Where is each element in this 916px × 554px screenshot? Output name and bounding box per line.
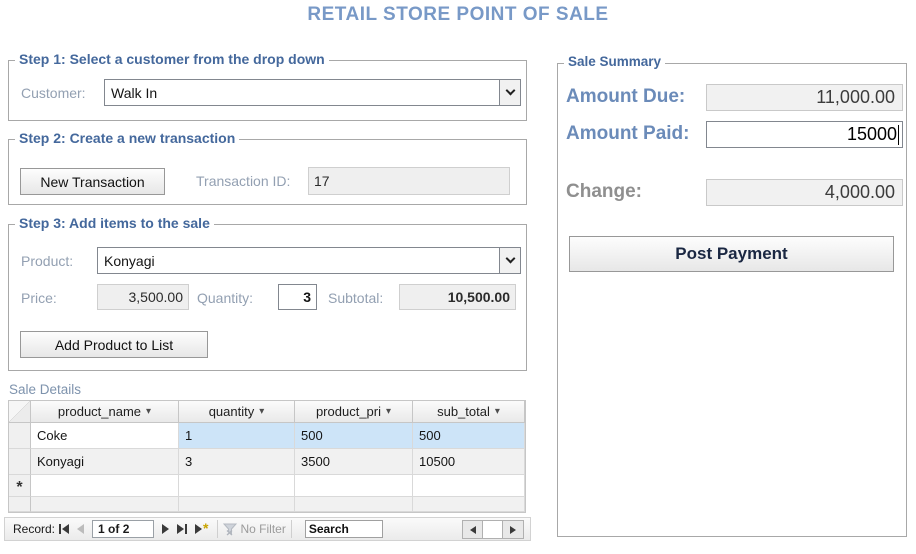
no-filter-label: No Filter — [240, 522, 285, 536]
add-product-button[interactable]: Add Product to List — [20, 331, 208, 358]
new-record-marker: * — [9, 475, 31, 497]
table-row[interactable]: Konyagi 3 3500 10500 — [9, 449, 525, 475]
sale-details-label: Sale Details — [9, 382, 81, 397]
customer-dropdown-button[interactable] — [499, 80, 520, 105]
cell-empty — [295, 497, 413, 512]
cell-quantity[interactable]: 1 — [179, 423, 295, 449]
cell-product-pri[interactable]: 500 — [295, 423, 413, 449]
first-record-button[interactable] — [59, 524, 69, 534]
subtotal-label: Subtotal: — [328, 290, 383, 306]
column-dropdown-icon[interactable]: ▾ — [386, 406, 391, 417]
cell-empty[interactable] — [413, 475, 525, 497]
search-input[interactable] — [305, 520, 383, 538]
scrollbar-thumb[interactable] — [483, 521, 503, 538]
first-record-icon — [59, 524, 61, 534]
divider — [291, 520, 292, 538]
next-record-button[interactable] — [162, 524, 169, 534]
record-label: Record: — [13, 522, 55, 536]
table-new-row[interactable]: * — [9, 475, 525, 497]
previous-record-button[interactable] — [77, 524, 84, 534]
cell-empty[interactable] — [295, 475, 413, 497]
customer-value: Walk In — [105, 85, 499, 101]
pos-form: RETAIL STORE POINT OF SALE Step 1: Selec… — [0, 0, 916, 554]
record-position-box[interactable]: 1 of 2 — [92, 520, 154, 538]
transaction-id-label: Transaction ID: — [196, 173, 290, 189]
sale-details-table: product_name▾ quantity▾ product_pri▾ sub… — [8, 400, 526, 513]
divider — [217, 520, 218, 538]
amount-paid-field[interactable]: 15000 — [706, 121, 903, 148]
cell-sub-total[interactable]: 10500 — [413, 449, 525, 475]
table-row[interactable]: Coke 1 500 500 — [9, 423, 525, 449]
cell-empty[interactable] — [31, 475, 179, 497]
column-dropdown-icon[interactable]: ▾ — [495, 406, 500, 417]
next-record-icon — [162, 524, 169, 534]
cell-quantity[interactable]: 3 — [179, 449, 295, 475]
column-header-product-name[interactable]: product_name▾ — [31, 401, 179, 423]
page-title: RETAIL STORE POINT OF SALE — [0, 4, 916, 26]
step3-legend: Step 3: Add items to the sale — [15, 215, 214, 231]
customer-combobox[interactable]: Walk In — [104, 79, 521, 106]
product-value: Konyagi — [98, 253, 499, 269]
cell-product-pri[interactable]: 3500 — [295, 449, 413, 475]
product-combobox[interactable]: Konyagi — [97, 247, 521, 274]
cell-empty[interactable] — [179, 475, 295, 497]
quantity-field[interactable]: 3 — [278, 284, 317, 310]
chevron-down-icon — [505, 254, 515, 264]
scroll-right-icon — [510, 526, 516, 534]
table-filler-row — [9, 497, 525, 512]
cell-empty — [31, 497, 179, 512]
step2-legend: Step 2: Create a new transaction — [15, 130, 239, 146]
sale-summary-legend: Sale Summary — [564, 54, 665, 69]
cell-product-name[interactable]: Coke — [31, 423, 179, 449]
new-record-star-icon: * — [203, 520, 208, 536]
cell-empty — [179, 497, 295, 512]
table-corner-cell[interactable] — [9, 401, 31, 423]
cell-sub-total[interactable]: 500 — [413, 423, 525, 449]
scroll-left-icon — [470, 526, 476, 534]
new-transaction-button[interactable]: New Transaction — [20, 168, 165, 195]
previous-record-icon — [77, 524, 84, 534]
change-field: 4,000.00 — [706, 179, 903, 206]
column-dropdown-icon[interactable]: ▾ — [259, 406, 264, 417]
cell-product-name[interactable]: Konyagi — [31, 449, 179, 475]
product-dropdown-button[interactable] — [499, 248, 520, 273]
column-header-sub-total[interactable]: sub_total▾ — [413, 401, 525, 423]
chevron-down-icon — [505, 86, 515, 96]
transaction-id-field: 17 — [308, 167, 510, 195]
price-label: Price: — [21, 290, 57, 306]
row-selector[interactable] — [9, 423, 31, 449]
scroll-right-button[interactable] — [503, 521, 523, 538]
product-label: Product: — [21, 253, 73, 269]
column-dropdown-icon[interactable]: ▾ — [146, 406, 151, 417]
text-caret — [898, 125, 899, 145]
column-header-product-pri[interactable]: product_pri▾ — [295, 401, 413, 423]
last-record-icon — [177, 524, 184, 534]
change-label: Change: — [566, 181, 642, 203]
no-filter-icon[interactable] — [223, 522, 237, 536]
amount-due-label: Amount Due: — [566, 86, 685, 108]
subtotal-field: 10,500.00 — [399, 284, 516, 310]
table-header-row: product_name▾ quantity▾ product_pri▾ sub… — [9, 401, 525, 423]
new-record-button[interactable]: * — [195, 523, 208, 536]
scroll-left-button[interactable] — [463, 521, 483, 538]
quantity-label: Quantity: — [197, 290, 253, 306]
record-navigation-bar: Record: 1 of 2 * No Filter — [4, 517, 531, 541]
horizontal-scrollbar[interactable] — [462, 520, 524, 539]
amount-paid-value: 15000 — [847, 124, 897, 145]
amount-due-field: 11,000.00 — [706, 84, 903, 111]
row-selector — [9, 497, 31, 512]
amount-paid-label: Amount Paid: — [566, 123, 690, 145]
row-selector[interactable] — [9, 449, 31, 475]
customer-label: Customer: — [21, 85, 86, 101]
last-record-button[interactable] — [177, 524, 187, 534]
step1-legend: Step 1: Select a customer from the drop … — [15, 51, 329, 67]
post-payment-button[interactable]: Post Payment — [569, 236, 894, 272]
price-field: 3,500.00 — [97, 284, 189, 310]
column-header-quantity[interactable]: quantity▾ — [179, 401, 295, 423]
cell-empty — [413, 497, 525, 512]
